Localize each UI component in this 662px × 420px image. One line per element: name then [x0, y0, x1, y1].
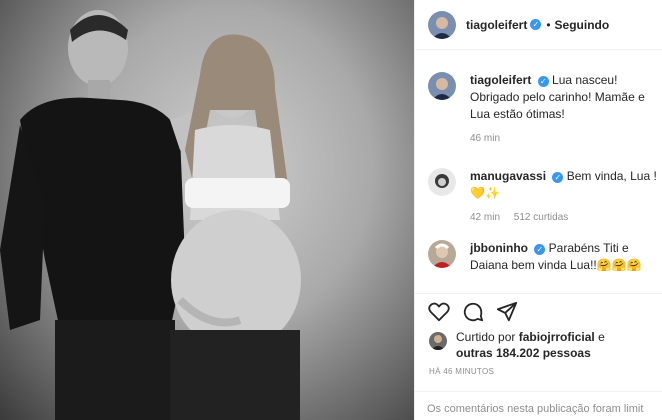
comment-time: 42 min [470, 212, 501, 223]
commenter-avatar[interactable] [428, 168, 456, 196]
liked-by-text: Curtido por fabiojrroficial e outras 184… [456, 329, 605, 361]
caption-comment: tiagoleifert ✓ Lua nasceu! Obrigado pelo… [415, 72, 662, 144]
liker-username[interactable]: fabiojrroficial [519, 330, 595, 344]
comment-text: tiagoleifert ✓ Lua nasceu! Obrigado pelo… [470, 72, 657, 123]
liked-by-prefix: Curtido por [456, 330, 516, 344]
author-username[interactable]: tiagoleifert [466, 18, 527, 32]
others-likes-link[interactable]: outras 184.202 pessoas [456, 346, 591, 360]
commenter-avatar[interactable] [428, 240, 456, 268]
comment-icon[interactable] [461, 300, 485, 324]
share-icon[interactable] [495, 300, 519, 324]
photo-illustration [0, 10, 301, 420]
comment-username[interactable]: jbboninho [470, 241, 528, 255]
liker-avatar[interactable] [429, 332, 447, 350]
comments-limited-notice: Os comentários nesta publicação foram li… [415, 391, 662, 420]
comment-item: manugavassi ✓ Bem vinda, Lua ! 💛✨ 42 min… [415, 168, 662, 223]
comment-username[interactable]: manugavassi [470, 169, 546, 183]
verified-badge-icon: ✓ [552, 172, 564, 183]
comment-time: 46 min [470, 133, 501, 144]
comment-username[interactable]: tiagoleifert [470, 73, 531, 87]
separator-dot: • [546, 17, 551, 32]
post-header: tiagoleifert ✓ • Seguindo [415, 0, 662, 50]
comment-meta: 42 min 512 curtidas [470, 212, 657, 223]
heart-icon[interactable] [427, 300, 451, 324]
author-avatar[interactable] [428, 10, 456, 39]
comment-item: jbboninho ✓ Parabéns Titi e Daiana bem v… [415, 240, 662, 274]
comment-likes-count[interactable]: 512 curtidas [514, 212, 568, 223]
comment-meta: 46 min [470, 133, 657, 144]
post-photo [0, 0, 414, 420]
commenter-avatar[interactable] [428, 72, 456, 100]
liked-by-and: e [598, 330, 605, 344]
comment-emoji: 💛✨ [470, 186, 500, 200]
verified-badge-icon: ✓ [534, 244, 546, 255]
verified-badge-icon: ✓ [530, 19, 542, 30]
post-sidebar: tiagoleifert ✓ • Seguindo tiagoleifert ✓… [414, 0, 662, 420]
verified-badge-icon: ✓ [537, 76, 549, 87]
comment-body: Bem vinda, Lua ! [566, 169, 657, 183]
post-actions [415, 293, 662, 329]
liked-by: Curtido por fabiojrroficial e outras 184… [429, 329, 659, 361]
comment-text: jbboninho ✓ Parabéns Titi e Daiana bem v… [470, 240, 657, 274]
comment-text: manugavassi ✓ Bem vinda, Lua ! 💛✨ [470, 168, 657, 202]
post-timestamp[interactable]: HÁ 46 MINUTOS [429, 367, 494, 376]
following-button[interactable]: Seguindo [555, 18, 610, 32]
